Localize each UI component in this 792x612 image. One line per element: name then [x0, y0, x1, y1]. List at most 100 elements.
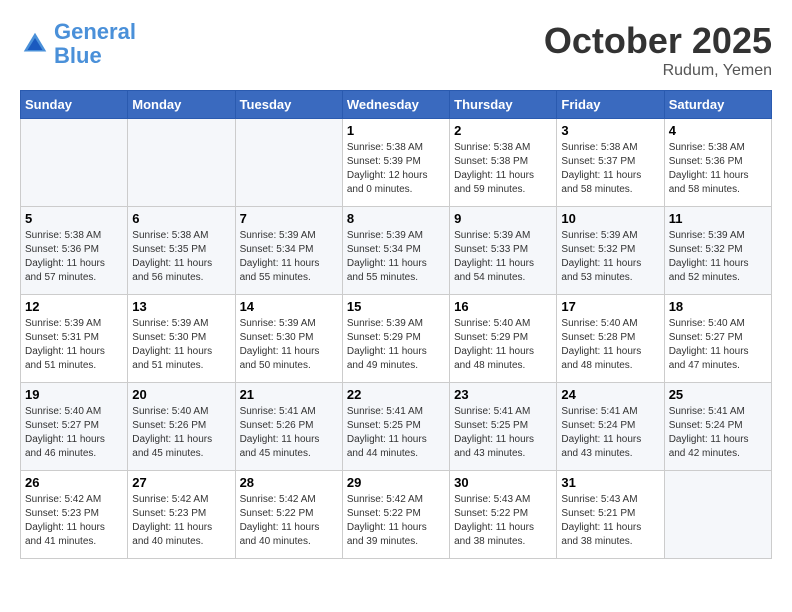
day-number: 27	[132, 475, 230, 490]
calendar-cell: 30Sunrise: 5:43 AMSunset: 5:22 PMDayligh…	[450, 471, 557, 559]
day-number: 5	[25, 211, 123, 226]
day-info: Sunrise: 5:38 AMSunset: 5:36 PMDaylight:…	[25, 229, 123, 285]
weekday-header-tuesday: Tuesday	[235, 91, 342, 119]
day-info: Sunrise: 5:42 AMSunset: 5:22 PMDaylight:…	[240, 493, 338, 549]
weekday-header-wednesday: Wednesday	[342, 91, 449, 119]
calendar-week-1: 1Sunrise: 5:38 AMSunset: 5:39 PMDaylight…	[21, 119, 772, 207]
calendar-cell: 16 Sunrise: 5:40 AMSunset: 5:29 PMDayligh…	[450, 295, 557, 383]
day-number: 26	[25, 475, 123, 490]
calendar-cell: 15Sunrise: 5:39 AMSunset: 5:29 PMDayligh…	[342, 295, 449, 383]
calendar-table: SundayMondayTuesdayWednesdayThursdayFrid…	[20, 90, 772, 559]
day-info: Sunrise: 5:39 AMSunset: 5:34 PMDaylight:…	[347, 229, 445, 285]
title-block: October 2025 Rudum, Yemen	[544, 20, 772, 80]
day-info: Sunrise: 5:41 AMSunset: 5:24 PMDaylight:…	[669, 405, 767, 461]
calendar-week-2: 5 Sunrise: 5:38 AMSunset: 5:36 PMDaylight…	[21, 207, 772, 295]
day-info: Sunrise: 5:43 AMSunset: 5:21 PMDaylight:…	[561, 493, 659, 549]
day-info: Sunrise: 5:39 AMSunset: 5:31 PMDaylight:…	[25, 317, 123, 373]
calendar-cell: 26 Sunrise: 5:42 AMSunset: 5:23 PMDayligh…	[21, 471, 128, 559]
day-info: Sunrise: 5:39 AMSunset: 5:32 PMDaylight:…	[669, 229, 767, 285]
calendar-cell	[21, 119, 128, 207]
day-number: 20	[132, 387, 230, 402]
calendar-cell: 10Sunrise: 5:39 AMSunset: 5:32 PMDayligh…	[557, 207, 664, 295]
day-number: 7	[240, 211, 338, 226]
calendar-cell: 12Sunrise: 5:39 AMSunset: 5:31 PMDayligh…	[21, 295, 128, 383]
day-info: Sunrise: 5:39 AMSunset: 5:33 PMDaylight:…	[454, 229, 552, 285]
calendar-cell: 3 Sunrise: 5:38 AMSunset: 5:37 PMDaylight…	[557, 119, 664, 207]
day-info: Sunrise: 5:38 AMSunset: 5:38 PMDaylight:…	[454, 141, 552, 197]
day-info: Sunrise: 5:38 AMSunset: 5:36 PMDaylight:…	[669, 141, 767, 197]
day-number: 11	[669, 211, 767, 226]
calendar-cell: 2 Sunrise: 5:38 AMSunset: 5:38 PMDaylight…	[450, 119, 557, 207]
day-number: 18	[669, 299, 767, 314]
weekday-header-saturday: Saturday	[664, 91, 771, 119]
day-info: Sunrise: 5:39 AMSunset: 5:32 PMDaylight:…	[561, 229, 659, 285]
weekday-header-sunday: Sunday	[21, 91, 128, 119]
day-number: 22	[347, 387, 445, 402]
calendar-cell: 23 Sunrise: 5:41 AMSunset: 5:25 PMDayligh…	[450, 383, 557, 471]
calendar-week-3: 12Sunrise: 5:39 AMSunset: 5:31 PMDayligh…	[21, 295, 772, 383]
day-number: 4	[669, 123, 767, 138]
day-info: Sunrise: 5:38 AMSunset: 5:37 PMDaylight:…	[561, 141, 659, 197]
calendar-cell: 24Sunrise: 5:41 AMSunset: 5:24 PMDayligh…	[557, 383, 664, 471]
calendar-cell: 5 Sunrise: 5:38 AMSunset: 5:36 PMDaylight…	[21, 207, 128, 295]
day-number: 28	[240, 475, 338, 490]
weekday-header-row: SundayMondayTuesdayWednesdayThursdayFrid…	[21, 91, 772, 119]
calendar-cell: 9 Sunrise: 5:39 AMSunset: 5:33 PMDaylight…	[450, 207, 557, 295]
calendar-cell: 25 Sunrise: 5:41 AMSunset: 5:24 PMDayligh…	[664, 383, 771, 471]
calendar-cell: 14 Sunrise: 5:39 AMSunset: 5:30 PMDayligh…	[235, 295, 342, 383]
day-number: 23	[454, 387, 552, 402]
calendar-cell: 8 Sunrise: 5:39 AMSunset: 5:34 PMDaylight…	[342, 207, 449, 295]
calendar-cell: 6Sunrise: 5:38 AMSunset: 5:35 PMDaylight…	[128, 207, 235, 295]
day-number: 2	[454, 123, 552, 138]
day-number: 8	[347, 211, 445, 226]
calendar-cell: 21 Sunrise: 5:41 AMSunset: 5:26 PMDayligh…	[235, 383, 342, 471]
calendar-cell: 18 Sunrise: 5:40 AMSunset: 5:27 PMDayligh…	[664, 295, 771, 383]
day-info: Sunrise: 5:39 AMSunset: 5:30 PMDaylight:…	[240, 317, 338, 373]
calendar-cell	[664, 471, 771, 559]
weekday-header-monday: Monday	[128, 91, 235, 119]
day-number: 14	[240, 299, 338, 314]
day-number: 21	[240, 387, 338, 402]
day-info: Sunrise: 5:41 AMSunset: 5:25 PMDaylight:…	[454, 405, 552, 461]
calendar-cell: 20 Sunrise: 5:40 AMSunset: 5:26 PMDayligh…	[128, 383, 235, 471]
day-info: Sunrise: 5:41 AMSunset: 5:26 PMDaylight:…	[240, 405, 338, 461]
page-header: General Blue October 2025 Rudum, Yemen	[20, 20, 772, 80]
logo: General Blue	[20, 20, 136, 68]
calendar-cell	[235, 119, 342, 207]
day-number: 9	[454, 211, 552, 226]
day-info: Sunrise: 5:42 AMSunset: 5:23 PMDaylight:…	[25, 493, 123, 549]
day-number: 16	[454, 299, 552, 314]
day-info: Sunrise: 5:40 AMSunset: 5:28 PMDaylight:…	[561, 317, 659, 373]
day-info: Sunrise: 5:38 AMSunset: 5:35 PMDaylight:…	[132, 229, 230, 285]
day-number: 25	[669, 387, 767, 402]
day-number: 19	[25, 387, 123, 402]
calendar-cell: 19 Sunrise: 5:40 AMSunset: 5:27 PMDayligh…	[21, 383, 128, 471]
day-info: Sunrise: 5:40 AMSunset: 5:27 PMDaylight:…	[25, 405, 123, 461]
day-number: 1	[347, 123, 445, 138]
weekday-header-thursday: Thursday	[450, 91, 557, 119]
day-number: 3	[561, 123, 659, 138]
day-info: Sunrise: 5:40 AMSunset: 5:27 PMDaylight:…	[669, 317, 767, 373]
calendar-cell: 17Sunrise: 5:40 AMSunset: 5:28 PMDayligh…	[557, 295, 664, 383]
day-info: Sunrise: 5:40 AMSunset: 5:26 PMDaylight:…	[132, 405, 230, 461]
day-info: Sunrise: 5:41 AMSunset: 5:24 PMDaylight:…	[561, 405, 659, 461]
calendar-cell: 11 Sunrise: 5:39 AMSunset: 5:32 PMDayligh…	[664, 207, 771, 295]
calendar-cell: 4 Sunrise: 5:38 AMSunset: 5:36 PMDaylight…	[664, 119, 771, 207]
day-number: 30	[454, 475, 552, 490]
calendar-cell: 13Sunrise: 5:39 AMSunset: 5:30 PMDayligh…	[128, 295, 235, 383]
day-info: Sunrise: 5:39 AMSunset: 5:30 PMDaylight:…	[132, 317, 230, 373]
calendar-week-4: 19 Sunrise: 5:40 AMSunset: 5:27 PMDayligh…	[21, 383, 772, 471]
location: Rudum, Yemen	[544, 62, 772, 80]
calendar-week-5: 26 Sunrise: 5:42 AMSunset: 5:23 PMDayligh…	[21, 471, 772, 559]
logo-text: General Blue	[54, 20, 136, 68]
calendar-cell: 1Sunrise: 5:38 AMSunset: 5:39 PMDaylight…	[342, 119, 449, 207]
day-info: Sunrise: 5:41 AMSunset: 5:25 PMDaylight:…	[347, 405, 445, 461]
calendar-cell: 7Sunrise: 5:39 AMSunset: 5:34 PMDaylight…	[235, 207, 342, 295]
day-info: Sunrise: 5:42 AMSunset: 5:23 PMDaylight:…	[132, 493, 230, 549]
day-info: Sunrise: 5:40 AMSunset: 5:29 PMDaylight:…	[454, 317, 552, 373]
calendar-cell: 28 Sunrise: 5:42 AMSunset: 5:22 PMDayligh…	[235, 471, 342, 559]
weekday-header-friday: Friday	[557, 91, 664, 119]
logo-icon	[20, 29, 50, 59]
month-title: October 2025	[544, 20, 772, 62]
day-number: 29	[347, 475, 445, 490]
